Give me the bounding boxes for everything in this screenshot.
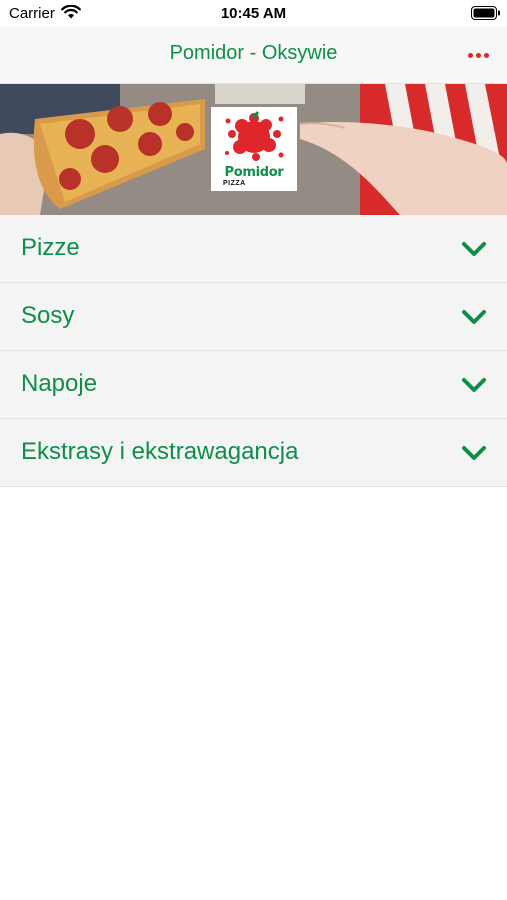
more-options-button[interactable]: [458, 40, 498, 70]
page-title: Pomidor - Oksywie: [169, 42, 338, 64]
clock-time: 10:45 AM: [220, 5, 287, 22]
status-bar: Carrier 10:45 AM: [0, 0, 507, 26]
battery-icon: [471, 6, 500, 20]
ellipsis-icon-dot: [483, 52, 489, 58]
category-label: Pizze: [21, 234, 80, 261]
chevron-down-icon: [462, 242, 486, 256]
chevron-down-icon: [462, 310, 486, 324]
logo-brand-text: Pomidor: [224, 165, 284, 180]
chevron-down-icon: [462, 378, 486, 392]
category-label: Napoje: [21, 370, 98, 397]
category-row-ekstrasy[interactable]: Ekstrasy i ekstrawagancja: [0, 419, 507, 487]
category-row-sosy[interactable]: Sosy: [0, 283, 507, 351]
navigation-bar: Pomidor - Oksywie: [0, 26, 507, 84]
chevron-down-icon: [462, 446, 486, 460]
category-row-pizze[interactable]: Pizze: [0, 215, 507, 283]
category-label: Sosy: [21, 302, 75, 329]
tomato-splash-icon: [225, 111, 284, 161]
category-list: Pizze Sosy Napoje Ekstrasy i ekstrawagan…: [0, 215, 507, 487]
category-row-napoje[interactable]: Napoje: [0, 351, 507, 419]
ellipsis-icon-dot: [475, 52, 481, 58]
logo-sub-text: PIZZA: [223, 180, 246, 187]
pomidor-pizza-logo: Pomidor PIZZA: [211, 107, 297, 191]
ellipsis-icon-dot: [467, 52, 473, 58]
category-label: Ekstrasy i ekstrawagancja: [21, 438, 299, 465]
